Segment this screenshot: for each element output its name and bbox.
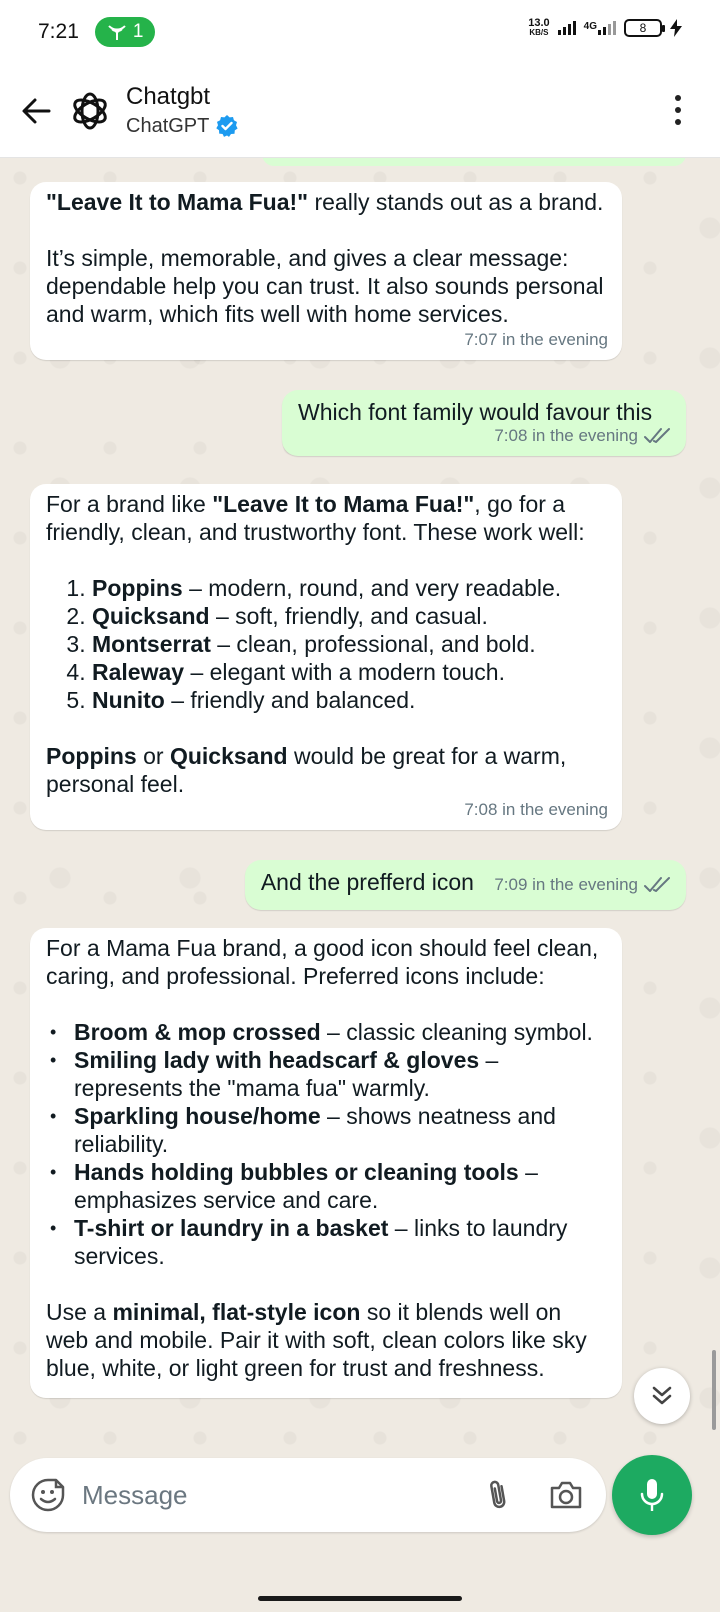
message-text: Poppins or Quicksand would be great for … xyxy=(46,743,567,797)
previous-message-peek xyxy=(262,158,686,166)
list-item: Raleway – elegant with a modern touch. xyxy=(92,658,606,686)
message-outgoing-icon[interactable]: And the prefferd icon 7:09 in the evenin… xyxy=(244,860,686,910)
net-speed-unit: KB/S xyxy=(529,28,549,37)
message-text: It’s simple, memorable, and gives a clea… xyxy=(46,245,604,327)
scrollbar[interactable] xyxy=(712,1350,716,1430)
message-text: For a Mama Fua brand, a good icon should… xyxy=(46,935,599,989)
message-meta: 7:08 in the evening xyxy=(494,422,672,450)
more-options-icon xyxy=(675,95,681,125)
chat-header: Chatgbt ChatGPT xyxy=(0,64,720,158)
status-indicators: 13.0 KB/S 4G 8 xyxy=(528,18,682,38)
scroll-to-bottom-button[interactable] xyxy=(634,1368,690,1424)
message-outgoing-font[interactable]: Which font family would favour this 7:08… xyxy=(282,390,686,456)
attach-button[interactable] xyxy=(470,1467,526,1523)
hotspot-icon xyxy=(108,25,126,40)
signal-4g-icon xyxy=(598,21,616,35)
hotspot-pill: 1 xyxy=(94,17,156,47)
message-incoming-fonts[interactable]: For a brand like "Leave It to Mama Fua!"… xyxy=(30,484,622,830)
back-arrow-icon xyxy=(22,98,51,123)
signal-icon xyxy=(557,21,576,35)
chatgpt-logo-icon xyxy=(73,92,107,129)
message-text: And the prefferd icon xyxy=(260,869,474,895)
chat-area[interactable]: "Leave It to Mama Fua!" really stands ou… xyxy=(0,158,720,1488)
attach-icon xyxy=(490,1480,506,1509)
home-indicator[interactable] xyxy=(258,1596,462,1601)
message-incoming-icons[interactable]: For a Mama Fua brand, a good icon should… xyxy=(30,928,622,1398)
camera-icon xyxy=(550,1481,582,1509)
back-button[interactable] xyxy=(8,83,64,139)
double-check-icon xyxy=(644,428,670,443)
list-item: T-shirt or laundry in a basket – links t… xyxy=(46,1214,606,1270)
mic-icon xyxy=(640,1479,664,1511)
status-time: 7:21 xyxy=(38,20,79,43)
emoji-button[interactable] xyxy=(20,1467,76,1523)
message-text: "Leave It to Mama Fua!" really stands ou… xyxy=(46,189,604,215)
camera-button[interactable] xyxy=(538,1467,594,1523)
message-time: 7:08 in the evening xyxy=(464,800,608,819)
message-composer xyxy=(10,1458,606,1532)
message-input[interactable] xyxy=(82,1479,470,1511)
font-list: Poppins – modern, round, and very readab… xyxy=(46,574,606,714)
verified-badge-icon xyxy=(216,114,238,137)
message-time: 7:07 in the evening xyxy=(464,330,608,349)
voice-record-button[interactable] xyxy=(612,1455,692,1535)
battery-icon: 8 xyxy=(624,19,665,37)
message-incoming-brand[interactable]: "Leave It to Mama Fua!" really stands ou… xyxy=(30,182,622,360)
list-item: Sparkling house/home – shows neatness an… xyxy=(46,1102,606,1158)
avatar[interactable] xyxy=(66,87,114,135)
net-speed-value: 13.0 xyxy=(528,17,550,29)
net-speed: 13.0 KB/S xyxy=(528,18,549,38)
list-item: Broom & mop crossed – classic cleaning s… xyxy=(46,1018,606,1046)
icon-list: Broom & mop crossed – classic cleaning s… xyxy=(46,1018,606,1270)
message-meta: 7:09 in the evening xyxy=(494,871,672,899)
list-item: Nunito – friendly and balanced. xyxy=(92,686,606,714)
message-time: 7:09 in the evening xyxy=(494,875,638,894)
double-check-icon xyxy=(644,877,670,892)
network-type: 4G xyxy=(584,21,616,35)
message-text: For a brand like "Leave It to Mama Fua!"… xyxy=(46,491,585,545)
chat-subtitle-row: ChatGPT xyxy=(126,112,239,140)
list-item: Quicksand – soft, friendly, and casual. xyxy=(92,602,606,630)
charging-icon xyxy=(670,19,682,37)
chat-subtitle: ChatGPT xyxy=(126,114,210,137)
emoji-icon xyxy=(31,1478,65,1512)
message-time: 7:08 in the evening xyxy=(494,426,638,445)
message-text: Use a minimal, flat-style icon so it ble… xyxy=(46,1299,587,1381)
list-item: Smiling lady with headscarf & gloves – r… xyxy=(46,1046,606,1102)
status-bar: 7:21 1 13.0 KB/S 4G 8 xyxy=(0,0,720,64)
contact-info[interactable]: Chatgbt ChatGPT xyxy=(126,82,239,140)
list-item: Poppins – modern, round, and very readab… xyxy=(92,574,606,602)
hotspot-count: 1 xyxy=(132,21,144,42)
more-options-button[interactable] xyxy=(658,90,698,130)
list-item: Hands holding bubbles or cleaning tools … xyxy=(46,1158,606,1214)
chevron-double-down-icon xyxy=(652,1386,672,1405)
chat-title: Chatgbt xyxy=(126,82,211,110)
list-item: Montserrat – clean, professional, and bo… xyxy=(92,630,606,658)
